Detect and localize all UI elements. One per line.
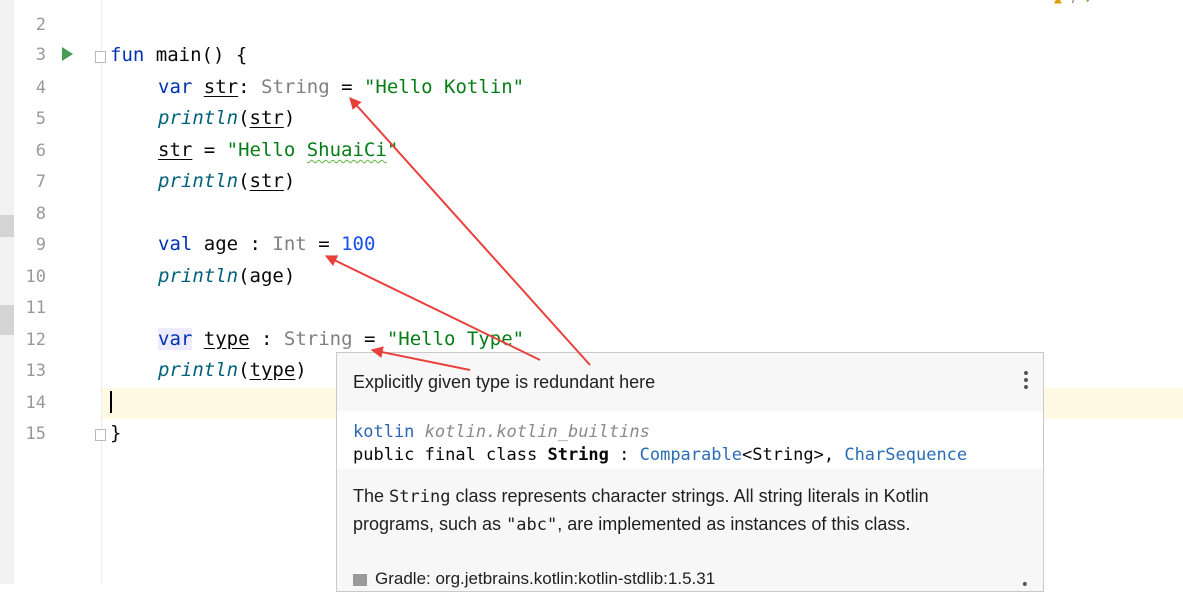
annotation-arrows — [324, 97, 591, 371]
arrow-to-line-9 — [324, 255, 541, 361]
arrow-to-line-12 — [370, 346, 471, 371]
